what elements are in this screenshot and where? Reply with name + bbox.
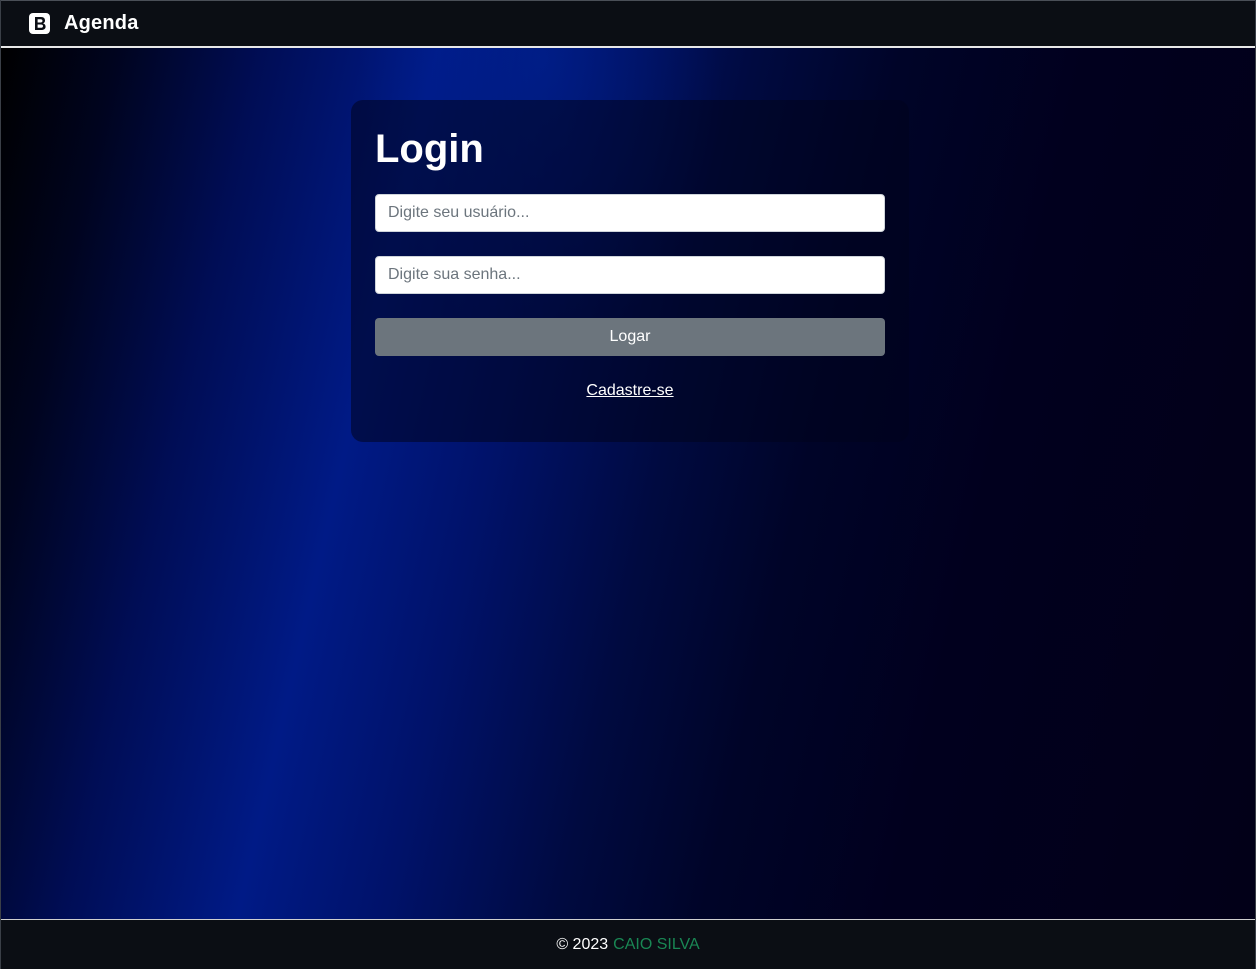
navbar: Agenda [1,0,1255,48]
author-name: CAIO SILVA [613,935,700,953]
footer: © 2023 CAIO SILVA [1,919,1255,969]
register-link[interactable]: Cadastre-se [586,382,673,399]
login-button[interactable]: Logar [375,318,885,356]
main-area: Login Logar Cadastre-se [1,48,1255,919]
brand-name[interactable]: Agenda [64,12,139,35]
page: Agenda Login Logar Cadastre-se © 2023 CA… [0,0,1256,969]
login-card: Login Logar Cadastre-se [351,100,909,442]
copyright-text: © 2023 [556,935,609,953]
login-title: Login [375,127,484,171]
password-input[interactable] [375,256,885,294]
register-container: Cadastre-se [375,382,885,400]
bootstrap-icon[interactable] [29,13,50,34]
username-input[interactable] [375,194,885,232]
